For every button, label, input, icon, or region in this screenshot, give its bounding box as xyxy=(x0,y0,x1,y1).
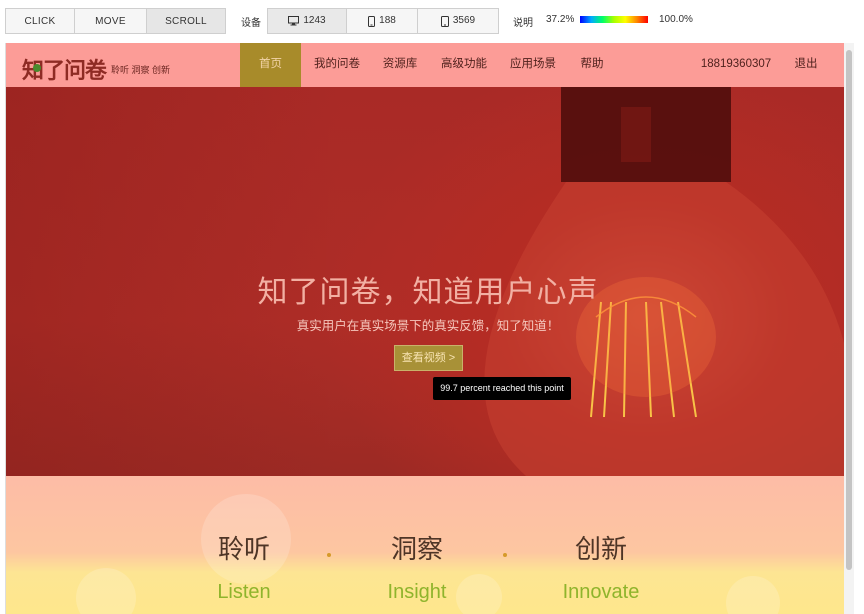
desktop-device-button[interactable]: 1243 xyxy=(268,9,347,33)
hero-banner: 知了问卷，知道用户心声 真实用户在真实场景下的真实反馈，知了知道！ 查看视频 > xyxy=(6,87,850,476)
tablet-device-button[interactable]: 3569 xyxy=(418,9,498,33)
scroll-reach-tooltip: 99.7 percent reached this point xyxy=(433,377,571,400)
mobile-device-button[interactable]: 188 xyxy=(347,9,418,33)
tablet-icon xyxy=(440,15,449,27)
feature-innovate-title: 创新 xyxy=(574,534,627,564)
hero-subtitle: 真实用户在真实场景下的真实反馈，知了知道！ xyxy=(296,319,560,333)
feature-listen-en: Listen xyxy=(217,581,271,603)
site-navbar: 知了问卷 聆听 洞察 创新 首页 我的问卷 资源库 高级功能 应用场景 帮助 1… xyxy=(6,43,850,87)
device-label: 设备 xyxy=(241,18,261,29)
scroll-mode-button[interactable]: SCROLL xyxy=(147,9,225,33)
logo-heart-icon xyxy=(33,64,41,72)
hero-title: 知了问卷，知道用户心声 xyxy=(257,276,599,309)
nav-item-advanced[interactable]: 高级功能 xyxy=(434,43,494,87)
mobile-count: 188 xyxy=(379,15,396,26)
legend-min-value: 37.2% xyxy=(546,14,575,25)
watch-video-button[interactable]: 查看视频 > xyxy=(394,345,463,371)
scrollbar-thumb[interactable] xyxy=(846,50,852,570)
site-slogan: 聆听 洞察 创新 xyxy=(111,65,171,75)
features-section: 聆听 洞察 创新 Listen Insight Innovate xyxy=(6,476,850,614)
separator-dot xyxy=(503,553,507,557)
heatmap-toolbar: CLICK MOVE SCROLL 设备 1243 188 3569 说明 37… xyxy=(0,0,864,42)
mode-switcher: CLICK MOVE SCROLL xyxy=(5,8,226,34)
logout-link[interactable]: 退出 xyxy=(788,43,824,87)
mobile-icon xyxy=(368,15,376,27)
nav-item-resources[interactable]: 资源库 xyxy=(374,43,426,87)
nav-item-my-surveys[interactable]: 我的问卷 xyxy=(306,43,368,87)
click-mode-button[interactable]: CLICK xyxy=(6,9,75,33)
user-phone-link[interactable]: 18819360307 xyxy=(696,43,776,87)
feature-listen-title: 聆听 xyxy=(217,534,270,564)
desktop-count: 1243 xyxy=(303,15,326,26)
decor-bubble xyxy=(76,568,136,614)
legend-gradient-bar xyxy=(580,16,648,23)
device-switcher: 1243 188 3569 xyxy=(267,8,499,34)
separator-dot xyxy=(327,553,331,557)
feature-insight-title: 洞察 xyxy=(390,534,443,564)
page-preview-frame: 知了问卷 聆听 洞察 创新 首页 我的问卷 资源库 高级功能 应用场景 帮助 1… xyxy=(5,43,850,614)
tablet-count: 3569 xyxy=(452,15,476,26)
legend-max-value: 100.0% xyxy=(659,14,693,25)
legend-label: 说明 xyxy=(513,18,533,29)
decor-bubble xyxy=(726,576,780,614)
nav-item-scenarios[interactable]: 应用场景 xyxy=(502,43,564,87)
feature-innovate-en: Innovate xyxy=(562,581,640,603)
nav-item-help[interactable]: 帮助 xyxy=(572,43,612,87)
feature-insight-en: Insight xyxy=(387,581,447,603)
nav-item-home[interactable]: 首页 xyxy=(240,43,301,87)
desktop-icon xyxy=(288,16,300,26)
move-mode-button[interactable]: MOVE xyxy=(75,9,147,33)
